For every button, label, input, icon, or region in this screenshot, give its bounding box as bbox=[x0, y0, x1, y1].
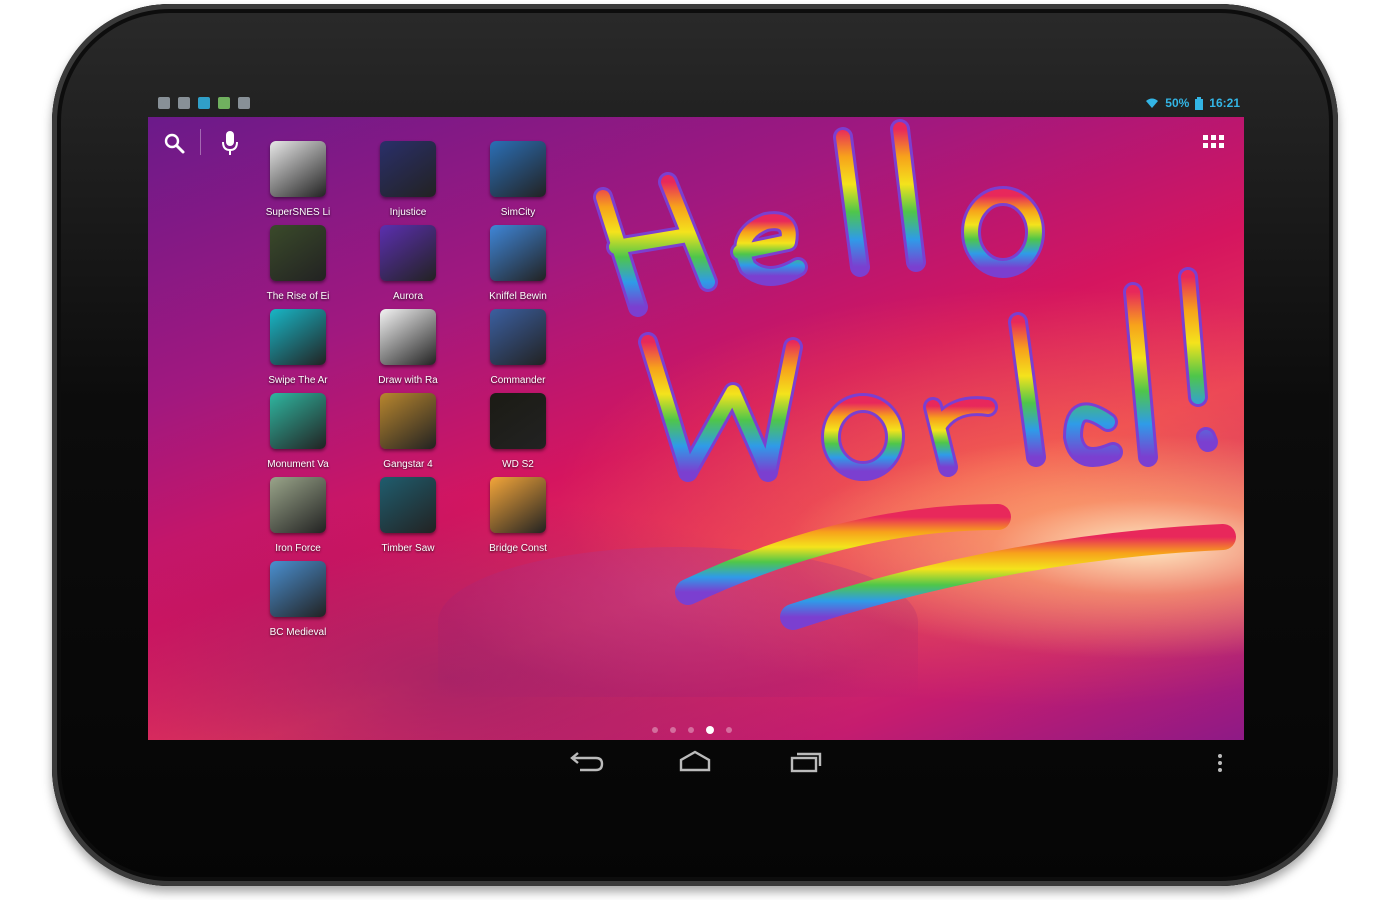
navigation-bar bbox=[148, 740, 1244, 790]
world-strokes bbox=[638, 267, 1218, 482]
page-dot[interactable] bbox=[652, 727, 658, 733]
underline-strokes bbox=[675, 504, 1236, 630]
battery-icon bbox=[1195, 96, 1204, 110]
page-dot-active[interactable] bbox=[706, 726, 714, 734]
overflow-menu-icon[interactable] bbox=[1210, 748, 1230, 776]
rainbow-drawing[interactable] bbox=[148, 117, 1244, 740]
recent-apps-icon[interactable] bbox=[786, 748, 826, 776]
notification-icon bbox=[218, 97, 230, 109]
notification-icon bbox=[238, 97, 250, 109]
battery-percent: 50% bbox=[1165, 96, 1190, 110]
home-screen: SuperSNES Li Injustice SimCity The Rise of … bbox=[148, 117, 1244, 740]
wifi-icon bbox=[1146, 98, 1159, 108]
home-icon[interactable] bbox=[675, 748, 715, 776]
notification-icon bbox=[178, 97, 190, 109]
page-dot[interactable] bbox=[670, 727, 676, 733]
page-dot[interactable] bbox=[688, 727, 694, 733]
hello-strokes bbox=[593, 119, 1045, 317]
back-arrow-icon[interactable] bbox=[566, 748, 606, 776]
notification-icon bbox=[198, 97, 210, 109]
page-indicator bbox=[652, 726, 732, 734]
status-bar: 50% 16:21 bbox=[1145, 96, 1240, 110]
notification-icons bbox=[158, 97, 250, 109]
notification-icon bbox=[158, 97, 170, 109]
clock: 16:21 bbox=[1209, 96, 1240, 110]
page-dot[interactable] bbox=[726, 727, 732, 733]
